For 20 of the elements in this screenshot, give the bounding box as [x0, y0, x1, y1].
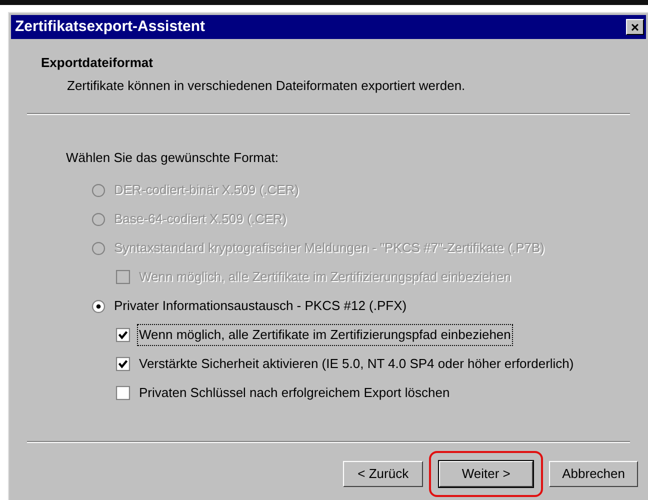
window-title: Zertifikatsexport-Assistent [15, 16, 206, 37]
page-subtitle: Zertifikate können in verschiedenen Dateiformaten exportiert werden. [66, 76, 466, 95]
format-prompt: Wählen Sie das gewünschte Format: [66, 149, 278, 167]
radio-button[interactable] [92, 300, 105, 312]
checkbox[interactable] [116, 386, 130, 400]
option-label: Wenn möglich, alle Zertifikate im Zertifizierungspfad einbeziehen [138, 325, 512, 345]
wizard-button[interactable]: < Zurück [343, 461, 424, 487]
checkbox[interactable] [116, 328, 130, 342]
option-label: Verstärkte Sicherheit aktivieren (IE 5.0, NT 4.0 SP4 oder höher erforderlich) [138, 355, 575, 374]
option-label: Privaten Schlüssel nach erfolgreichem Export löschen [138, 384, 451, 402]
wizard-button[interactable]: Abbrechen [549, 461, 638, 487]
option-label: DER-codiert-binär X.509 (.CER) [113, 181, 300, 200]
checkbox[interactable] [116, 357, 130, 371]
option-label: Privater Informationsaustausch - PKCS #12 (.PFX) [113, 297, 408, 316]
option-label: Syntaxstandard kryptografischer Meldungen - "PKCS #7"-Zertifikate (.P7B) [113, 239, 546, 258]
option-label: Base-64-codiert X.509 (.CER) [113, 210, 288, 228]
wizard-button[interactable]: Weiter > [439, 461, 534, 487]
option-label: Wenn möglich, alle Zertifikate im Zertifizierungspfad einbeziehen [138, 268, 512, 286]
page-heading: Exportdateiformat [41, 54, 153, 72]
close-button[interactable]: × [626, 19, 644, 35]
